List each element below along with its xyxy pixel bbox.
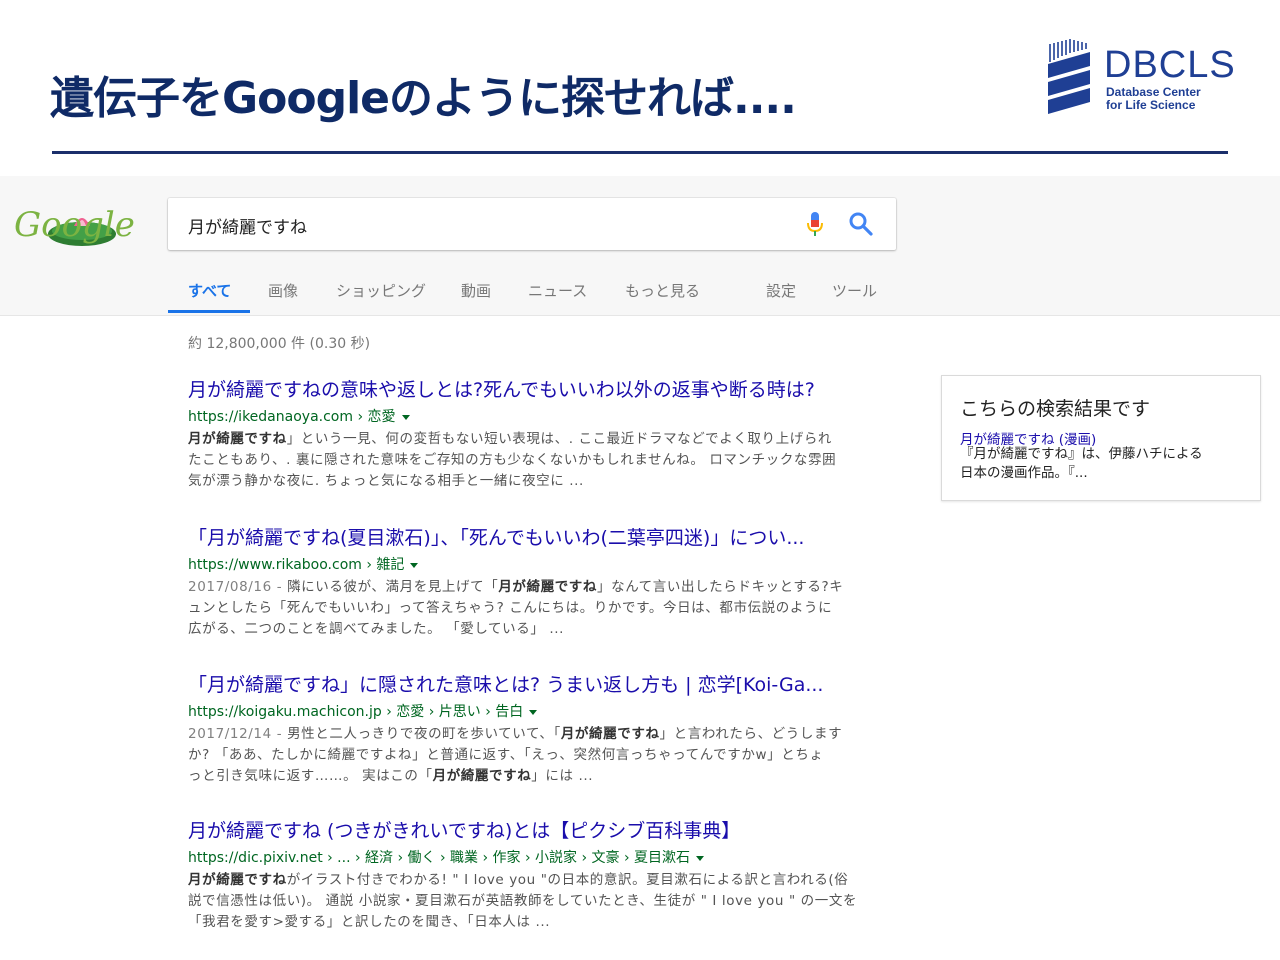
tab-videos[interactable]: 動画: [461, 280, 491, 301]
snippet-text: 隣にいる彼が、満月を見上げて「: [287, 579, 499, 595]
result-snippet: 2017/08/16 - 隣にいる彼が、満月を見上げて「月が綺麗ですね」なんて言…: [188, 577, 888, 640]
search-result: 「月が綺麗ですね」に隠された意味とは? うまい返し方も | 恋学[Koi-Ga.…: [188, 673, 888, 787]
result-url[interactable]: https://dic.pixiv.net › ... › 経済 › 働く › …: [188, 848, 888, 868]
snippet-line: 月が綺麗ですねがイラスト付きでわかる! " I love you "の日本的意訳…: [188, 870, 888, 891]
snippet-highlight: 月が綺麗ですね: [498, 579, 598, 595]
tab-news[interactable]: ニュース: [528, 280, 587, 301]
snippet-highlight: 月が綺麗ですね: [188, 431, 287, 447]
snippet-highlight: 月が綺麗ですね: [432, 768, 532, 784]
dbcls-logo: DBCLS Database Center for Life Science: [1046, 38, 1246, 120]
result-snippet: 月が綺麗ですね」という一見、何の変哲もない短い表現は、. ここ最近ドラマなどでよ…: [188, 429, 888, 492]
snippet-date: 2017/12/14 -: [188, 726, 288, 742]
mic-icon[interactable]: [804, 211, 826, 237]
tab-more[interactable]: もっと見る: [625, 280, 700, 301]
google-logo-text: Google: [14, 205, 135, 245]
google-doodle-logo[interactable]: Google: [14, 194, 154, 256]
result-snippet: 月が綺麗ですねがイラスト付きでわかる! " I love you "の日本的意訳…: [188, 870, 888, 933]
url-dropdown-icon[interactable]: [696, 855, 705, 861]
snippet-text: 」には ...: [531, 768, 594, 784]
snippet-line: か? 「ああ、たしかに綺麗ですよね」と普通に返す、「えっ、突然何言っちゃってんで…: [188, 747, 824, 763]
snippet-text: 男性と二人っきりで夜の町を歩いていて、「: [287, 726, 561, 742]
snippet-line: 「我君を愛す>愛する」と訳したのを聞き、「日本人は ...: [188, 914, 551, 930]
result-url[interactable]: https://koigaku.machicon.jp › 恋愛 › 片思い ›…: [188, 702, 888, 722]
snippet-line: 2017/08/16 - 隣にいる彼が、満月を見上げて「月が綺麗ですね」なんて言…: [188, 577, 888, 598]
snippet-line: 2017/12/14 - 男性と二人っきりで夜の町を歩いていて、「月が綺麗ですね…: [188, 724, 888, 745]
result-title-link[interactable]: 「月が綺麗ですね」に隠された意味とは? うまい返し方も | 恋学[Koi-Ga.…: [188, 673, 888, 697]
active-tab-indicator: [168, 310, 250, 313]
result-stats: 約 12,800,000 件 (0.30 秒): [188, 336, 371, 352]
result-url[interactable]: https://www.rikaboo.com › 雑記: [188, 555, 888, 575]
result-title-link[interactable]: 月が綺麗ですね (つきがきれいですね)とは【ピクシブ百科事典】: [188, 819, 888, 843]
snippet-text: 」と言われたら、どうします: [659, 726, 843, 742]
snippet-line: 月が綺麗ですね」という一見、何の変哲もない短い表現は、. ここ最近ドラマなどでよ…: [188, 429, 888, 450]
panel-description-line: 『月が綺麗ですね』は、伊藤ハチによる: [960, 446, 1203, 462]
logo-name: DBCLS: [1104, 44, 1236, 86]
snippet-text: 」という一見、何の変哲もない短い表現は、. ここ最近ドラマなどでよく取り上げられ: [286, 431, 833, 447]
logo-subtitle: Database Center for Life Science: [1106, 86, 1201, 112]
url-dropdown-icon[interactable]: [529, 709, 538, 715]
tab-all[interactable]: すべて: [188, 280, 231, 301]
title-divider: [52, 151, 1228, 154]
result-snippet: 2017/12/14 - 男性と二人っきりで夜の町を歩いていて、「月が綺麗ですね…: [188, 724, 888, 787]
result-title-link[interactable]: 月が綺麗ですねの意味や返しとは?死んでもいいわ以外の返事や断る時は?: [188, 378, 888, 402]
snippet-line: 広がる、二つのことを調べてみました。 「愛している」 ...: [188, 621, 565, 637]
snippet-highlight: 月が綺麗ですね: [188, 872, 287, 888]
snippet-highlight: 月が綺麗ですね: [560, 726, 660, 742]
snippet-line: ュンとしたら「死んでもいいわ」って答えちゃう? こんにちは。りかです。今日は、都…: [188, 600, 833, 616]
result-url-text[interactable]: https://ikedanaoya.com › 恋愛: [188, 409, 396, 425]
search-result: 「月が綺麗ですね(夏目漱石)」、「死んでもいいわ(二葉亭四迷)」につい... h…: [188, 526, 888, 640]
panel-description: 『月が綺麗ですね』は、伊藤ハチによる 日本の漫画作品。『...: [960, 445, 1203, 483]
snippet-line: 気が漂う静かな夜に. ちょっと気になる相手と一緒に夜空に ...: [188, 473, 584, 489]
search-header: Google 月が綺麗ですね すべて 画像 ショッピング 動画 ニュース もっと…: [0, 176, 1280, 316]
tab-shopping[interactable]: ショッピング: [336, 280, 426, 301]
url-dropdown-icon[interactable]: [401, 414, 410, 420]
dbcls-logo-mark: [1048, 39, 1090, 114]
search-result: 月が綺麗ですね (つきがきれいですね)とは【ピクシブ百科事典】 https://…: [188, 819, 888, 933]
tab-images[interactable]: 画像: [268, 280, 298, 301]
result-url-text[interactable]: https://dic.pixiv.net › ... › 経済 › 働く › …: [188, 850, 690, 866]
snippet-text: 」なんて言い出したらドキッとする?キ: [597, 579, 844, 595]
tab-tools[interactable]: ツール: [832, 280, 877, 301]
snippet-line: 説で信憑性は低い)。 通説 小説家・夏目漱石が英語教師をしていたとき、生徒が "…: [188, 893, 858, 909]
url-dropdown-icon[interactable]: [410, 562, 419, 568]
panel-description-line: 日本の漫画作品。『...: [960, 465, 1088, 481]
search-input[interactable]: 月が綺麗ですね: [188, 213, 307, 238]
slide-title: 遺伝子をGoogleのように探せれば....: [50, 73, 797, 124]
search-box[interactable]: 月が綺麗ですね: [168, 198, 896, 250]
result-url-text[interactable]: https://www.rikaboo.com › 雑記: [188, 557, 404, 573]
result-url-text[interactable]: https://koigaku.machicon.jp › 恋愛 › 片思い ›…: [188, 704, 523, 720]
logo-subtitle-line2: for Life Science: [1106, 98, 1196, 112]
search-icon[interactable]: [848, 211, 874, 237]
knowledge-panel: こちらの検索結果です 月が綺麗ですね (漫画) 『月が綺麗ですね』は、伊藤ハチに…: [941, 375, 1261, 501]
snippet-line: たこともあり、. 裏に隠された意味をご存知の方も少なくないかもしれませんね。 ロ…: [188, 452, 837, 468]
google-search-screenshot: Google 月が綺麗ですね すべて 画像 ショッピング 動画 ニュース もっと…: [0, 176, 1280, 960]
snippet-date: 2017/08/16 -: [188, 579, 288, 595]
snippet-text: がイラスト付きでわかる! " I love you "の日本的意訳。夏目漱石によ…: [286, 872, 849, 888]
snippet-line: っと引き気味に返す……。 実はこの「月が綺麗ですね」には ...: [188, 766, 888, 787]
result-title-link[interactable]: 「月が綺麗ですね(夏目漱石)」、「死んでもいいわ(二葉亭四迷)」につい...: [188, 526, 888, 550]
tab-settings[interactable]: 設定: [766, 280, 796, 301]
search-result: 月が綺麗ですねの意味や返しとは?死んでもいいわ以外の返事や断る時は? https…: [188, 378, 888, 492]
panel-title: こちらの検索結果です: [960, 398, 1151, 420]
snippet-text: っと引き気味に返す……。 実はこの「: [188, 768, 433, 784]
result-url[interactable]: https://ikedanaoya.com › 恋愛: [188, 407, 888, 427]
